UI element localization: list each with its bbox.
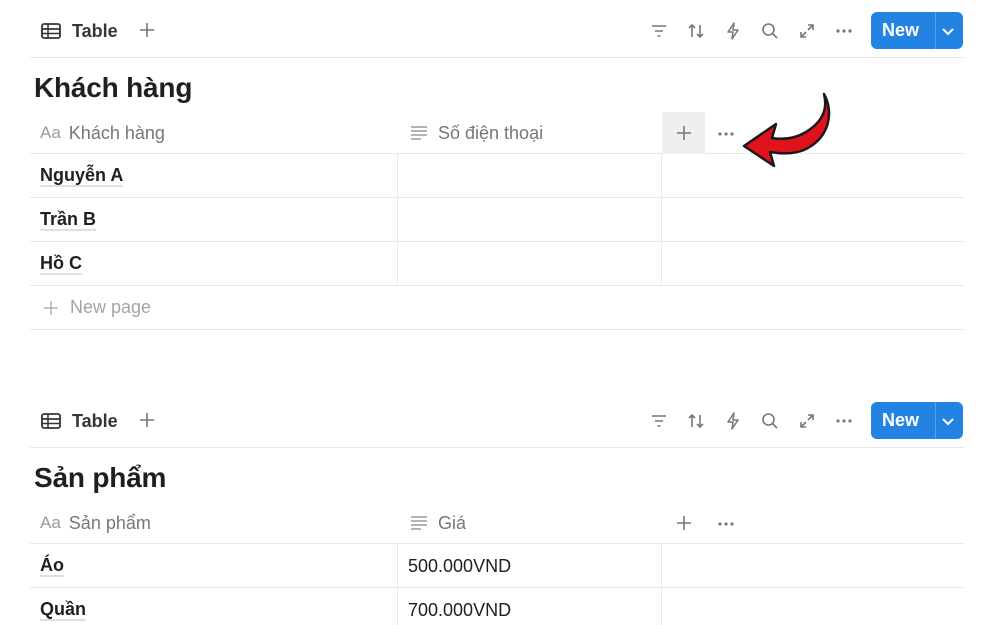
add-view-button[interactable] [134,407,160,433]
add-view-button[interactable] [134,17,160,43]
title-property-icon: Aa [40,513,61,532]
row-name: Trần B [40,209,97,231]
filter-button[interactable] [647,19,671,43]
filter-icon [652,415,666,427]
table-icon [41,413,61,429]
lightning-icon [727,412,739,430]
column-header-price[interactable]: Giá [408,502,466,544]
filter-icon [652,25,666,37]
more-dots-icon [718,522,734,526]
chevron-down-icon[interactable] [939,22,957,40]
more-properties-button[interactable] [714,122,738,146]
sort-button[interactable] [684,409,708,433]
row-value-cell[interactable]: 700.000VND [408,588,511,625]
new-button-divider [935,402,936,439]
column-header-label: Số điện thoại [438,122,544,143]
search-button[interactable] [758,19,782,43]
expand-icon [800,24,814,38]
text-lines-icon [411,126,427,140]
expand-button[interactable] [795,409,819,433]
database-toolbar: Table New [30,0,964,58]
table-header: Aa Sản phẩm Giá [30,502,964,544]
table-row[interactable]: Áo 500.000VND [30,544,964,588]
new-button-label: New [882,20,920,40]
lightning-icon [727,22,739,40]
more-dots-icon [718,132,734,136]
add-property-button[interactable] [662,502,705,544]
sort-icon [688,23,704,39]
row-name-cell[interactable]: Áo [40,544,64,588]
add-property-button[interactable] [662,112,705,154]
table-row[interactable]: Trần B [30,198,964,242]
automation-button[interactable] [721,19,745,43]
plus-icon [44,300,58,315]
row-name: Quần [40,599,87,621]
more-dots-icon [836,419,852,423]
expand-icon [800,414,814,428]
new-button[interactable]: New [871,402,963,439]
chevron-down-icon[interactable] [939,412,957,430]
search-icon [762,413,778,429]
view-tab-label: Table [72,20,118,41]
row-name: Áo [40,555,64,577]
row-name: Nguyễn A [40,165,124,187]
database-toolbar: Table New [30,390,964,448]
view-tab-label: Table [72,410,118,431]
sort-button[interactable] [684,19,708,43]
plus-icon [676,516,691,530]
filter-button[interactable] [647,409,671,433]
column-header-name[interactable]: Aa Sản phẩm [40,502,151,544]
column-header-label: Khách hàng [68,122,165,143]
more-options-button[interactable] [832,409,856,433]
more-properties-button[interactable] [714,512,738,536]
column-header-name[interactable]: Aa Khách hàng [40,112,165,154]
table-row[interactable]: Quần 700.000VND [30,588,964,625]
search-icon [762,23,778,39]
new-button[interactable]: New [871,12,963,49]
text-lines-icon [411,516,427,530]
plus-icon [676,126,691,140]
row-value-cell[interactable]: 500.000VND [408,544,511,588]
red-arrow-annotation [742,92,831,168]
plus-icon [140,23,154,37]
column-header-label: Sản phẩm [68,512,151,533]
search-button[interactable] [758,409,782,433]
column-header-phone[interactable]: Số điện thoại [408,112,543,154]
expand-button[interactable] [795,19,819,43]
new-button-label: New [882,410,920,430]
database-title[interactable]: Khách hàng [34,72,192,104]
row-name-cell[interactable]: Nguyễn A [40,154,124,198]
row-name-cell[interactable]: Trần B [40,198,97,242]
row-name: Hồ C [40,253,82,275]
database-title[interactable]: Sản phẩm [34,462,166,494]
new-page-label: New page [70,297,152,317]
more-options-button[interactable] [832,19,856,43]
more-dots-icon [836,29,852,33]
view-tab-table[interactable]: Table [40,18,118,44]
new-page-row[interactable]: New page [30,286,964,330]
table-icon [41,23,61,39]
row-name-cell[interactable]: Quần [40,588,87,625]
plus-icon [140,413,154,427]
view-tab-table[interactable]: Table [40,408,118,434]
row-name-cell[interactable]: Hồ C [40,242,82,286]
table-row[interactable]: Hồ C [30,242,964,286]
column-header-label: Giá [438,512,467,533]
new-button-divider [935,12,936,49]
sort-icon [688,413,704,429]
automation-button[interactable] [721,409,745,433]
title-property-icon: Aa [40,123,61,142]
